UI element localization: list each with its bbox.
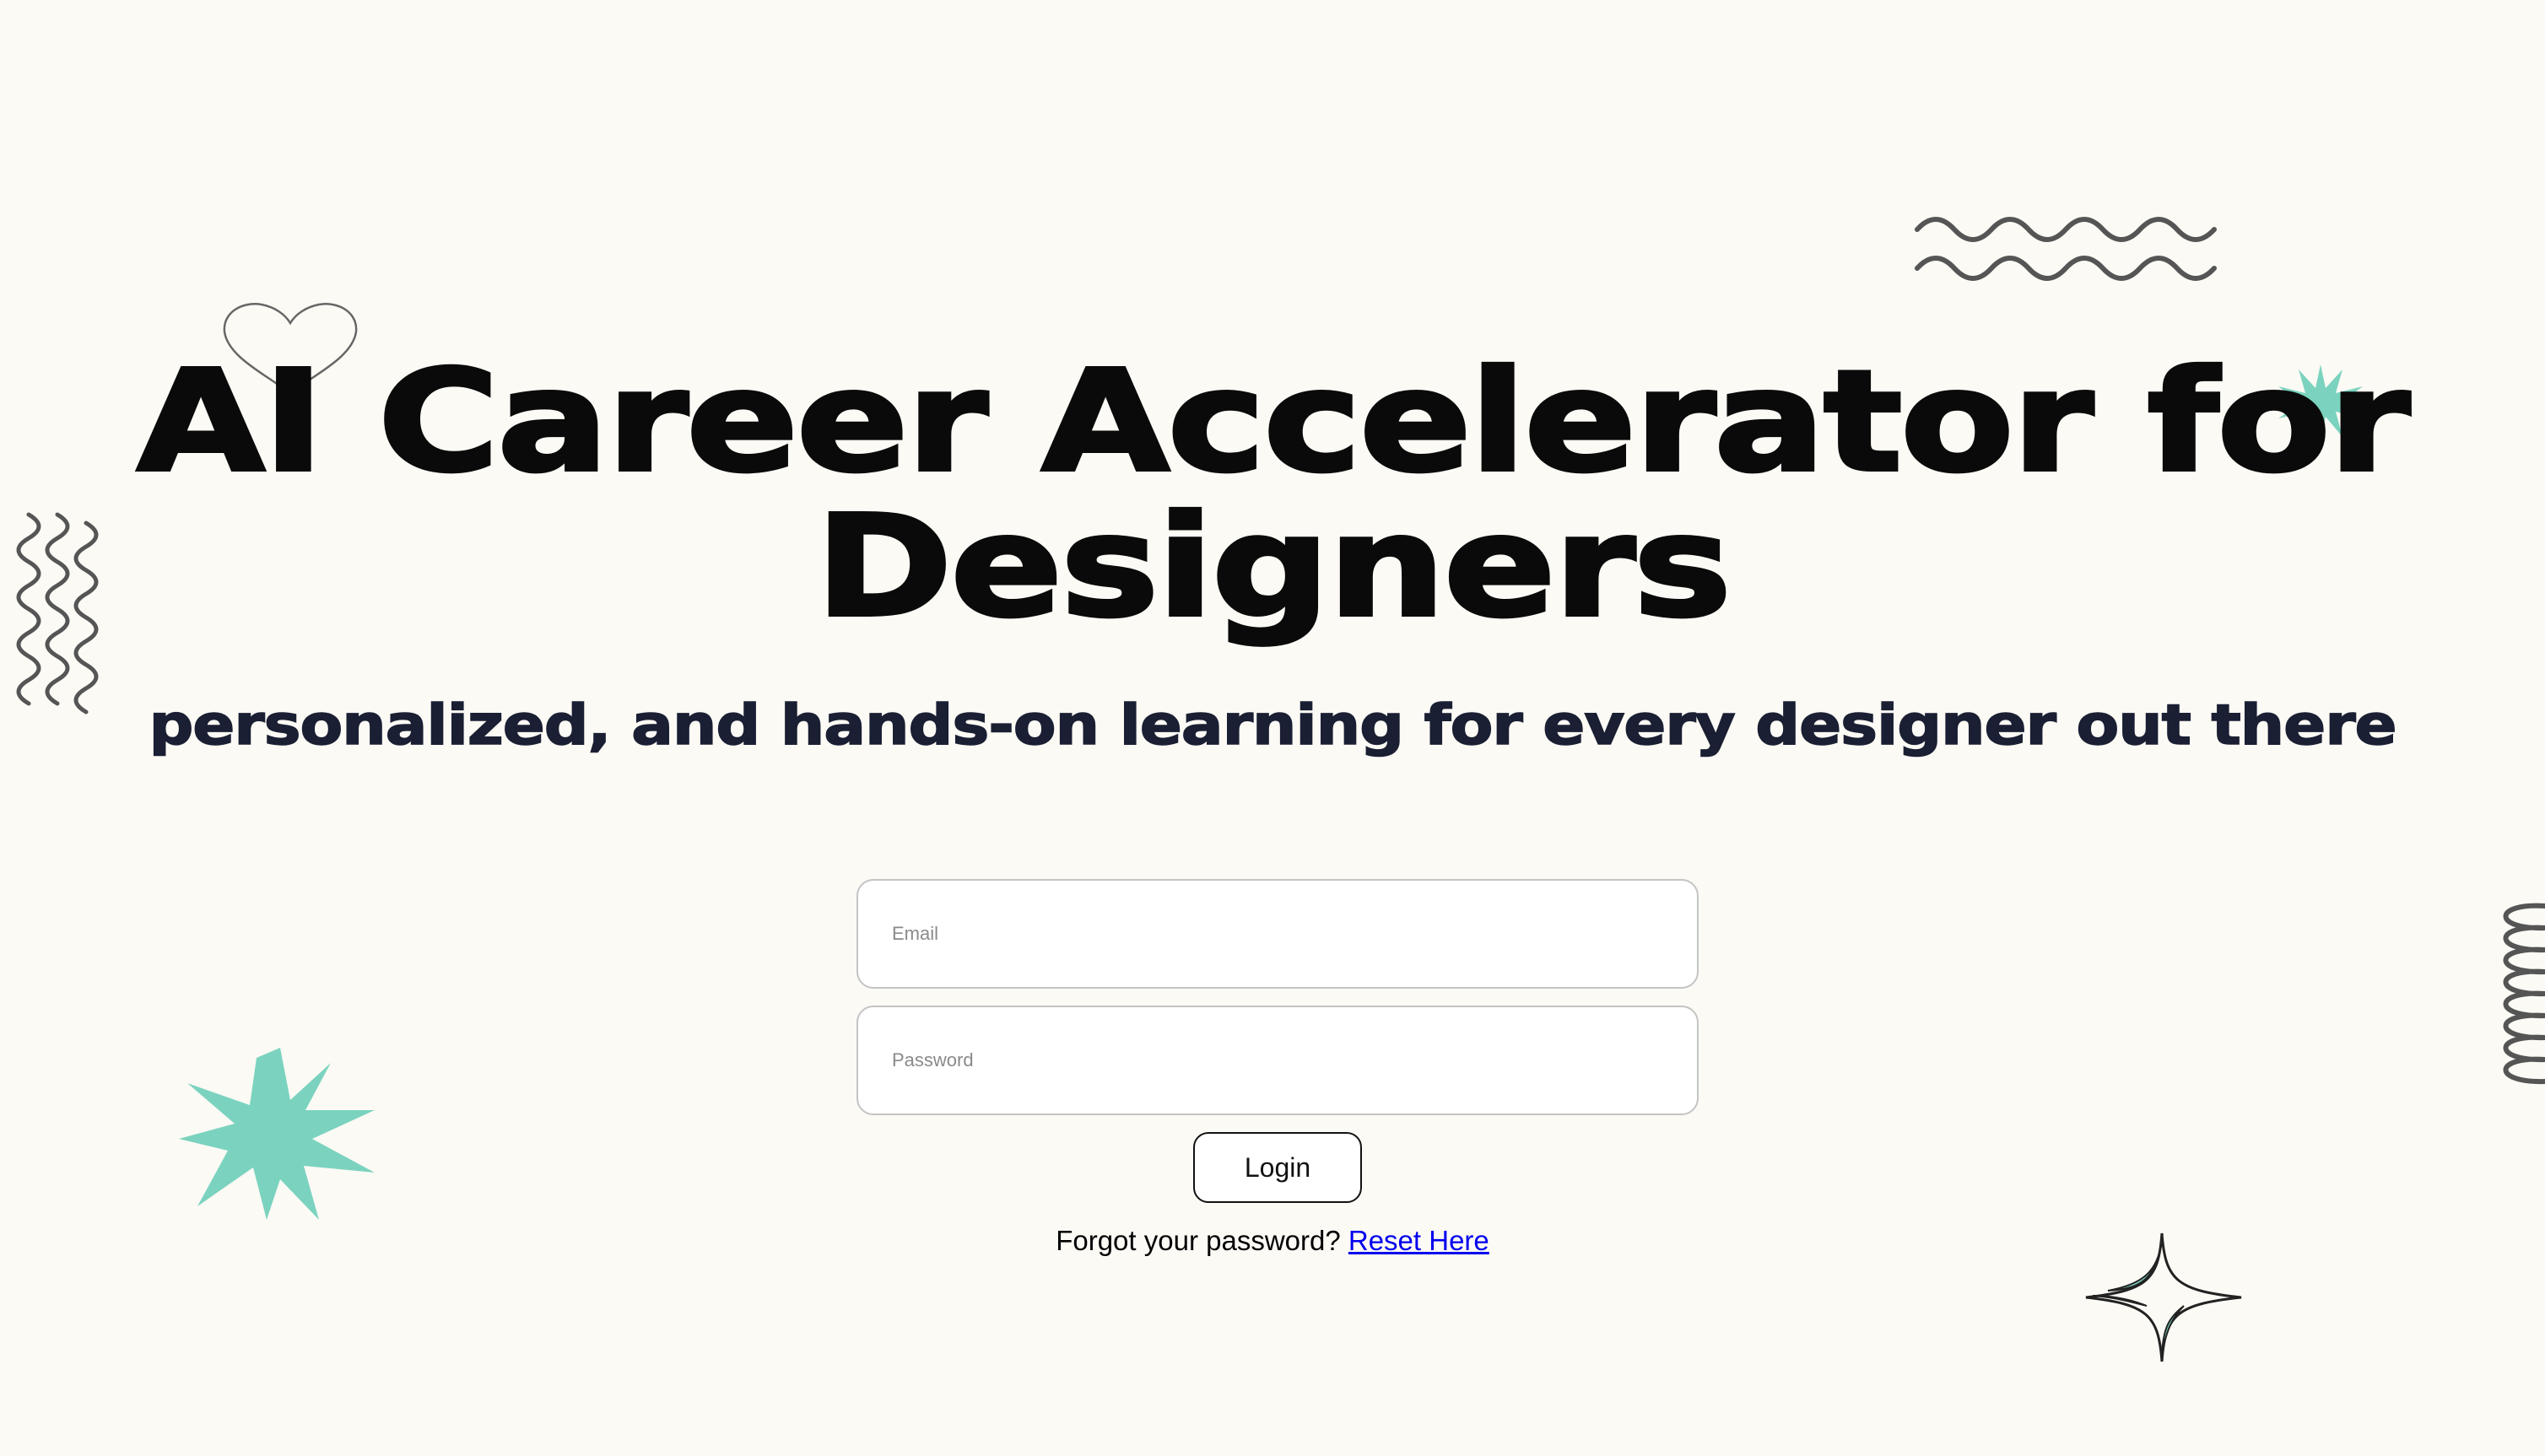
reset-password-link[interactable]: Reset Here [1348, 1225, 1489, 1256]
forgot-password-row: Forgot your password? Reset Here [0, 1225, 2545, 1257]
password-field[interactable] [856, 1006, 1699, 1115]
zigzag-lines-icon [1915, 217, 2217, 281]
coil-spring-icon [2503, 903, 2545, 1085]
login-form: Login [856, 879, 1699, 1203]
forgot-password-text: Forgot your password? [1056, 1225, 1341, 1256]
email-field[interactable] [856, 879, 1699, 989]
page-title: AI Career Accelerator for Designers [135, 341, 2413, 649]
page-subtitle: personalized, and hands-on learning for … [149, 692, 2398, 758]
login-button[interactable]: Login [1193, 1132, 1362, 1203]
large-starburst-icon [179, 1048, 375, 1220]
